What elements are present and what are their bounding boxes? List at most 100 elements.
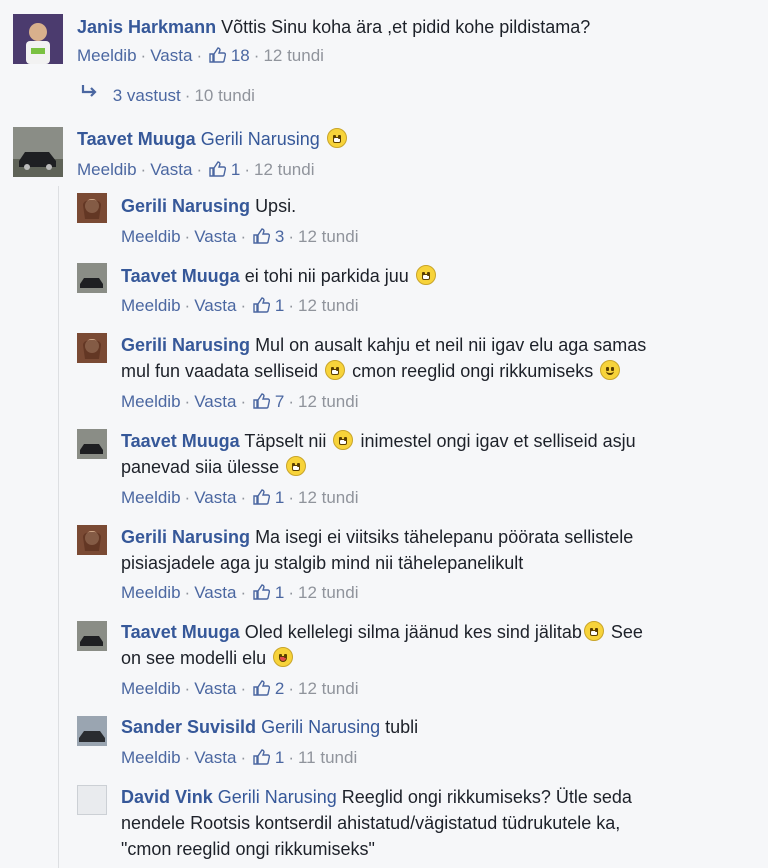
comment-actions: Meeldib · Vasta · 1 · 11 tundi: [121, 746, 357, 773]
comment-author[interactable]: Taavet Muuga: [121, 622, 240, 642]
reply-link[interactable]: Vasta: [150, 160, 192, 179]
reply-link[interactable]: Vasta: [194, 488, 236, 507]
avatar[interactable]: [77, 263, 107, 293]
thumbs-up-icon[interactable]: [208, 46, 227, 71]
comment-text-line2: pisiasjadele aga ju stalgib mind nii täh…: [121, 553, 524, 573]
avatar[interactable]: [13, 14, 63, 64]
comment-actions: Meeldib · Vasta · 1 · 12 tundi: [77, 158, 314, 185]
like-count[interactable]: 1: [275, 488, 284, 507]
thumbs-up-icon[interactable]: [252, 583, 271, 608]
comment-author[interactable]: Gerili Narusing: [121, 196, 250, 216]
like-count[interactable]: 1: [231, 160, 240, 179]
like-link[interactable]: Meeldib: [121, 296, 181, 315]
comment-author[interactable]: Gerili Narusing: [121, 527, 250, 547]
comment-body: Taavet Muuga ei tohi nii parkida juu: [121, 263, 438, 289]
timestamp[interactable]: 12 tundi: [298, 679, 359, 698]
comment-text-line3: "cmon reeglid ongi rikkumiseks": [121, 839, 375, 859]
timestamp[interactable]: 12 tundi: [298, 296, 359, 315]
like-count[interactable]: 1: [275, 583, 284, 602]
comment-actions: Meeldib · Vasta · 1 · 12 tundi: [121, 294, 358, 321]
timestamp[interactable]: 12 tundi: [298, 227, 359, 246]
like-link[interactable]: Meeldib: [121, 748, 181, 767]
comment-body: David Vink Gerili Narusing Reeglid ongi …: [121, 784, 761, 862]
reply-link[interactable]: Vasta: [194, 679, 236, 698]
like-count[interactable]: 1: [275, 748, 284, 767]
comment-text: Oled kellelegi silma jäänud kes sind jäl…: [244, 622, 582, 642]
comment-author[interactable]: Janis Harkmann: [77, 17, 216, 37]
timestamp[interactable]: 11 tundi: [298, 748, 357, 767]
comment-text: tubli: [385, 717, 419, 737]
tongue-emoji-icon: [273, 647, 294, 667]
comment-text-line3: cmon reeglid ongi rikkumiseks: [352, 361, 594, 381]
avatar[interactable]: [77, 525, 107, 555]
comment-body: Taavet Muuga Gerili Narusing: [77, 126, 349, 152]
timestamp[interactable]: 12 tundi: [254, 160, 315, 179]
comment-author[interactable]: Taavet Muuga: [121, 266, 240, 286]
mention-link[interactable]: Gerili Narusing: [201, 129, 320, 149]
replies-count[interactable]: 3 vastust: [113, 86, 181, 105]
reply-arrow-icon: [80, 85, 100, 105]
like-count[interactable]: 18: [231, 46, 250, 65]
avatar-photo: [77, 716, 107, 746]
avatar[interactable]: [13, 127, 63, 177]
like-link[interactable]: Meeldib: [77, 160, 137, 179]
like-link[interactable]: Meeldib: [121, 392, 181, 411]
avatar[interactable]: [77, 621, 107, 651]
timestamp[interactable]: 12 tundi: [298, 488, 359, 507]
mention-link[interactable]: Gerili Narusing: [261, 717, 380, 737]
like-link[interactable]: Meeldib: [77, 46, 137, 65]
comment-text: Reeglid ongi rikkumiseks? Ütle seda: [341, 787, 632, 807]
timestamp[interactable]: 12 tundi: [298, 583, 359, 602]
thumbs-up-icon[interactable]: [252, 296, 271, 321]
avatar[interactable]: [77, 429, 107, 459]
comment-body: Gerili Narusing Upsi.: [121, 193, 296, 219]
like-count[interactable]: 1: [275, 296, 284, 315]
default-avatar-icon: [78, 786, 106, 814]
like-count[interactable]: 7: [275, 392, 284, 411]
comment-author[interactable]: Gerili Narusing: [121, 335, 250, 355]
avatar[interactable]: [77, 193, 107, 223]
mention-link[interactable]: Gerili Narusing: [218, 787, 337, 807]
avatar-photo: [77, 193, 107, 223]
comment-body: Gerili Narusing Ma isegi ei viitsiks täh…: [121, 524, 761, 576]
reply-link[interactable]: Vasta: [194, 583, 236, 602]
timestamp[interactable]: 12 tundi: [263, 46, 324, 65]
comment-text-cont: inimestel ongi igav et selliseid asju: [360, 431, 636, 451]
comment-body: Taavet Muuga Oled kellelegi silma jäänud…: [121, 619, 761, 671]
like-link[interactable]: Meeldib: [121, 488, 181, 507]
emoji-icon: [583, 621, 604, 641]
thumbs-up-icon[interactable]: [252, 227, 271, 252]
like-link[interactable]: Meeldib: [121, 679, 181, 698]
thumbs-up-icon[interactable]: [252, 679, 271, 704]
like-count[interactable]: 3: [275, 227, 284, 246]
like-link[interactable]: Meeldib: [121, 227, 181, 246]
comment-text-line2: mul fun vaadata selliseid: [121, 361, 319, 381]
thumbs-up-icon[interactable]: [252, 392, 271, 417]
avatar-photo: [13, 14, 63, 64]
thumbs-up-icon[interactable]: [208, 160, 227, 185]
comment-body: Sander Suvisild Gerili Narusing tubli: [121, 714, 418, 740]
like-link[interactable]: Meeldib: [121, 583, 181, 602]
reply-link[interactable]: Vasta: [194, 392, 236, 411]
thread-indent-line: [58, 186, 59, 868]
reply-link[interactable]: Vasta: [194, 748, 236, 767]
comment-author[interactable]: David Vink: [121, 787, 213, 807]
like-count[interactable]: 2: [275, 679, 284, 698]
comment-body: Gerili Narusing Mul on ausalt kahju et n…: [121, 332, 761, 384]
thumbs-up-icon[interactable]: [252, 488, 271, 513]
comment-author[interactable]: Sander Suvisild: [121, 717, 256, 737]
reply-link[interactable]: Vasta: [194, 227, 236, 246]
comment-author[interactable]: Taavet Muuga: [121, 431, 240, 451]
timestamp[interactable]: 12 tundi: [298, 392, 359, 411]
reply-link[interactable]: Vasta: [150, 46, 192, 65]
reply-link[interactable]: Vasta: [194, 296, 236, 315]
thumbs-up-icon[interactable]: [252, 748, 271, 773]
comment-author[interactable]: Taavet Muuga: [77, 129, 196, 149]
view-replies-link[interactable]: 3 vastust · 10 tundi: [80, 83, 255, 106]
emoji-icon: [415, 265, 436, 285]
avatar[interactable]: [77, 716, 107, 746]
comment-text: Mul on ausalt kahju et neil nii igav elu…: [255, 335, 647, 355]
comment-text: Upsi.: [255, 196, 297, 216]
avatar[interactable]: [77, 785, 107, 815]
avatar[interactable]: [77, 333, 107, 363]
